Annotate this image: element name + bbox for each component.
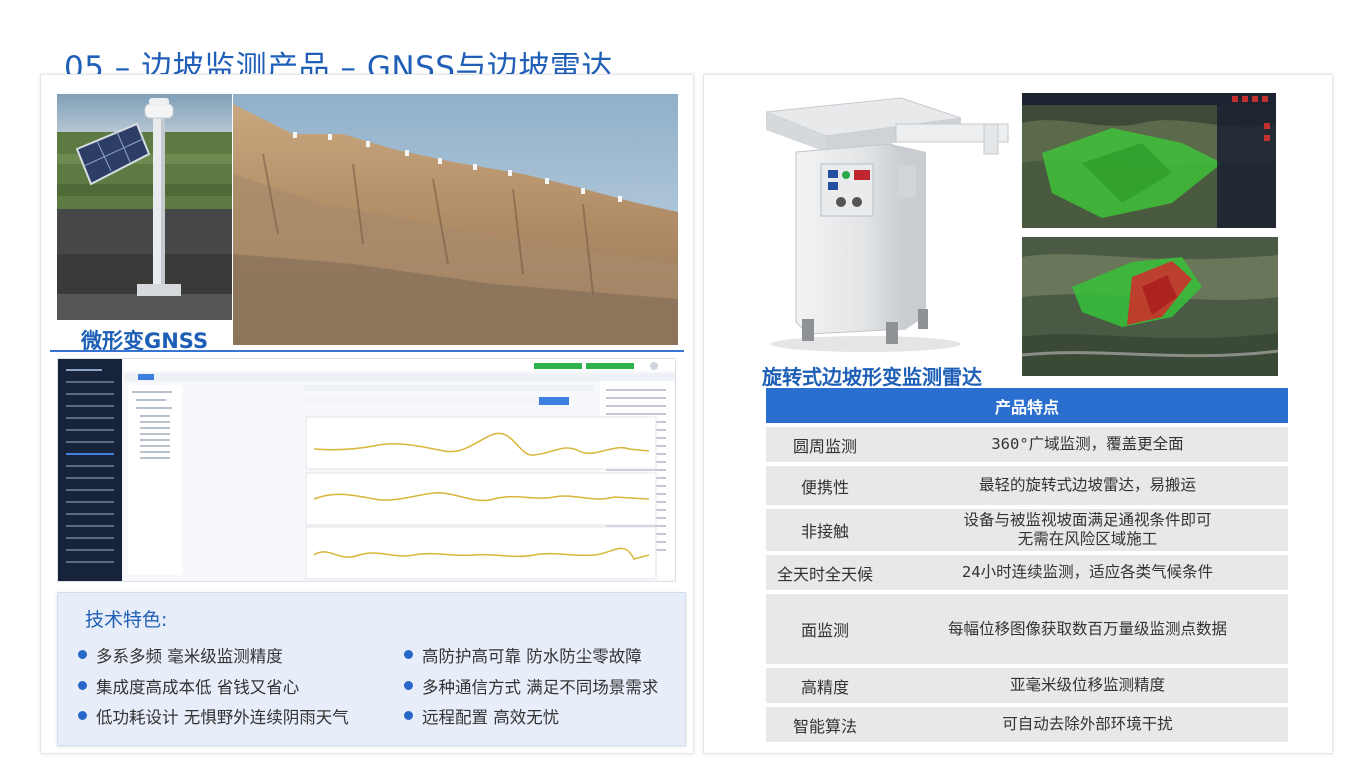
radar-scan-map-1 <box>1022 93 1276 228</box>
blue-divider <box>50 350 684 352</box>
table-header: 产品特点 <box>766 388 1288 423</box>
feature-name: 智能算法 <box>792 716 857 736</box>
feature-desc: 设备与被监视坡面满足通视条件即可 无需在风险区域施工 <box>963 511 1212 548</box>
tech-features-box: 技术特色: 多系多频 毫米级监测精度 高防护高可靠 防水防尘零故障 集成度高成本… <box>57 592 686 746</box>
dashboard-sidebar <box>58 359 122 581</box>
feature-item: 多系多频 毫米级监测精度 <box>78 643 283 667</box>
slope-cliff-photo <box>233 94 678 345</box>
table-row: 面监测 每幅位移图像获取数百万量级监测点数据 <box>766 594 1288 664</box>
feature-desc: 亚毫米级位移监测精度 <box>1009 676 1165 694</box>
feature-name: 面监测 <box>800 621 849 640</box>
feature-desc: 可自动去除外部环境干扰 <box>1002 715 1173 733</box>
feature-item: 远程配置 高效无忧 <box>404 704 559 728</box>
feature-name: 高精度 <box>800 677 849 697</box>
monitoring-dashboard-screenshot <box>57 358 676 582</box>
table-row: 便携性 最轻的旋转式边坡雷达，易搬运 <box>766 466 1288 505</box>
table-row: 全天时全天候 24小时连续监测，适应各类气候条件 <box>766 555 1288 590</box>
feature-name: 圆周监测 <box>792 436 857 456</box>
table-row: 圆周监测 360°广域监测，覆盖更全面 <box>766 427 1288 462</box>
radar-label: 旋转式边坡形变监测雷达 <box>762 365 982 389</box>
product-features-table: 产品特点 圆周监测 360°广域监测，覆盖更全面 便携性 最轻的旋转式边坡雷达，… <box>766 388 1288 742</box>
radar-device-photo <box>746 94 1014 356</box>
feature-name: 全天时全天候 <box>776 564 873 584</box>
feature-desc: 24小时连续监测，适应各类气候条件 <box>961 563 1214 581</box>
feature-name: 便携性 <box>800 477 849 497</box>
feature-item: 多种通信方式 满足不同场景需求 <box>404 674 658 698</box>
feature-desc: 360°广域监测，覆盖更全面 <box>991 435 1184 453</box>
feature-name: 非接触 <box>800 522 849 541</box>
table-row: 非接触 设备与被监视坡面满足通视条件即可 无需在风险区域施工 <box>766 509 1288 551</box>
feature-desc: 每幅位移图像获取数百万量级监测点数据 <box>947 619 1227 638</box>
feature-item: 集成度高成本低 省钱又省心 <box>78 674 299 698</box>
tech-features-title: 技术特色: <box>85 609 168 631</box>
table-row: 智能算法 可自动去除外部环境干扰 <box>766 707 1288 742</box>
gnss-device-photo <box>57 94 232 320</box>
feature-item: 低功耗设计 无惧野外连续阴雨天气 <box>78 704 349 728</box>
table-row: 高精度 亚毫米级位移监测精度 <box>766 668 1288 703</box>
dashboard-main <box>124 359 675 581</box>
radar-scan-map-2 <box>1022 237 1278 376</box>
feature-item: 高防护高可靠 防水防尘零故障 <box>404 643 642 667</box>
feature-desc: 最轻的旋转式边坡雷达，易搬运 <box>978 476 1196 494</box>
